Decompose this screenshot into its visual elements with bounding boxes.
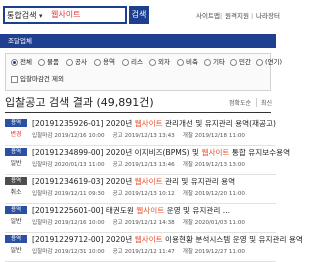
meta-deadline: 입찰마감 2019/12/31 10:00 <box>32 249 105 255</box>
sort-latest[interactable]: 최신 <box>261 100 272 108</box>
top-bar: 통합검색 ▾ 검색 사이트맵 | 원격지원 | 나라장터 <box>0 0 280 34</box>
result-meta: 입찰마감 2019/12/11 09:30 공고 2019/12/13 10:12… <box>32 190 253 198</box>
title-suffix: 통합 유지보수용역 <box>229 148 291 157</box>
radio-icon <box>230 58 237 66</box>
status-label: 변경 <box>10 131 22 138</box>
radio-icon <box>204 58 211 66</box>
status-label: 일반 <box>10 218 22 225</box>
radio-icon <box>11 58 18 66</box>
radio-icon <box>122 58 129 66</box>
category-badge: 용역 <box>5 119 27 127</box>
meta-notice: 공고 2019/12/13 13:43 <box>112 133 175 139</box>
radio-icon <box>177 58 184 66</box>
results-divider <box>5 112 271 113</box>
result-meta: 입찰마감 2020/01/13 11:00 공고 2019/12/13 13:46… <box>32 161 253 169</box>
result-meta: 입찰마감 2019/12/16 10:00 공고 2019/12/12 14:38… <box>32 219 253 227</box>
meta-deadline: 입찰마감 2019/12/16 10:00 <box>32 220 105 226</box>
title-prefix: [20191234619-03] 2020년 <box>32 177 135 186</box>
result-title-link[interactable]: [20191234899-00] 2020년 이지비즈(BPMS) 및 웹사이트… <box>32 148 290 158</box>
meta-opening: 개찰 2019/12/20 11:00 <box>182 191 245 197</box>
result-row[interactable]: 용역변경 [20191235926-01] 2020년 웹사이트 관리개선 및 유… <box>5 116 276 146</box>
result-meta: 입찰마감 2019/12/31 10:00 공고 2019/12/12 11:47… <box>32 248 253 256</box>
title-prefix: [20191235926-01] 2020년 <box>32 119 135 128</box>
title-suffix: 이용현황 분석시스템 운영 및 유지관리 용역 <box>162 235 303 244</box>
filter-option-stockpile[interactable]: 비축 <box>177 58 198 67</box>
util-link-sitemap[interactable]: 사이트맵 <box>196 12 220 21</box>
meta-opening: 개찰 2019/12/18 11:00 <box>182 133 245 139</box>
category-filter: 전체 물품 공사 용역 리스 외자 비축 기타 민간 (연기) 입찰마감건 제외 <box>5 53 282 91</box>
result-title-link[interactable]: [20191229712-00] 2020년 웹사이트 이용현황 분석시스템 운… <box>32 235 303 245</box>
meta-deadline: 입찰마감 2019/12/16 10:00 <box>32 133 105 139</box>
radio-icon <box>38 58 45 66</box>
status-label: 일반 <box>10 160 22 167</box>
title-prefix: [20191234899-00] 2020년 이지비즈(BPMS) 및 <box>32 148 202 157</box>
sort-accuracy[interactable]: 정확도순 <box>229 100 251 108</box>
meta-opening: 개찰 2020/01/03 11:00 <box>182 220 245 226</box>
meta-opening: 개찰 2019/12/13 13:00 <box>182 162 245 168</box>
result-title-link[interactable]: [20191235926-01] 2020년 웹사이트 관리개선 및 유지관리 … <box>32 119 276 129</box>
filter-option-foreign[interactable]: 외자 <box>149 58 170 67</box>
filter-option-lease[interactable]: 리스 <box>122 58 143 67</box>
filter-option-delayed[interactable]: (연기) <box>256 58 282 67</box>
category-badge: 용역 <box>5 148 27 156</box>
status-label: 일반 <box>10 247 22 254</box>
title-highlight: 웹사이트 <box>136 206 165 215</box>
results-title: 입찰공고 검색 결과 (49,891건) <box>5 96 154 109</box>
radio-icon <box>256 58 263 66</box>
search-box: 통합검색 ▾ <box>3 6 127 24</box>
category-badge: 용역 <box>5 177 27 185</box>
radio-icon <box>66 58 73 66</box>
meta-notice: 공고 2019/12/12 14:38 <box>112 220 175 226</box>
title-prefix: [20191229712-00] 2020년 <box>32 235 135 244</box>
search-scope-select[interactable]: 통합검색 <box>7 10 36 22</box>
meta-notice: 공고 2019/12/13 13:46 <box>112 162 175 168</box>
title-suffix: 운영 및 유지관리 ... <box>164 206 231 215</box>
result-row[interactable]: 용역일반 [20191234899-00] 2020년 이지비즈(BPMS) 및 … <box>5 145 290 175</box>
search-button[interactable]: 검색 <box>129 6 149 24</box>
title-suffix: 관리개선 및 유지관리 용역(재공고) <box>162 119 276 128</box>
radio-icon <box>149 58 156 66</box>
category-badge: 용역 <box>5 235 27 243</box>
radio-icon <box>94 58 101 66</box>
meta-opening: 개찰 2019/12/27 11:00 <box>182 249 245 255</box>
sort-separator <box>256 98 257 107</box>
meta-notice: 공고 2019/12/13 10:12 <box>112 191 175 197</box>
title-highlight: 웹사이트 <box>134 177 163 186</box>
title-prefix: [20191225601-00] 태권도원 <box>32 206 137 215</box>
result-title-link[interactable]: [20191225601-00] 태권도원 웹사이트 운영 및 유지관리 ... <box>32 206 230 216</box>
result-row[interactable]: 용역일반 [20191225601-00] 태권도원 웹사이트 운영 및 유지관리… <box>5 203 276 233</box>
util-separator: | <box>220 12 223 20</box>
result-meta: 입찰마감 2019/12/16 10:00 공고 2019/12/13 13:43… <box>32 132 253 140</box>
filter-option-service[interactable]: 용역 <box>94 58 115 67</box>
filter-option-all[interactable]: 전체 <box>11 58 32 67</box>
filter-option-construction[interactable]: 공사 <box>66 58 87 67</box>
status-label: 취소 <box>10 189 22 196</box>
filter-option-goods[interactable]: 물품 <box>38 58 59 67</box>
nav-bar: 조달업체 <box>0 34 276 48</box>
meta-notice: 공고 2019/12/12 11:47 <box>112 249 175 255</box>
meta-deadline: 입찰마감 2020/01/13 11:00 <box>32 162 105 168</box>
exclude-closed-checkbox[interactable]: 입찰마감건 제외 <box>11 75 64 84</box>
util-link-narajangteo[interactable]: 나라장터 <box>256 12 280 21</box>
title-highlight: 웹사이트 <box>134 235 163 244</box>
title-highlight: 웹사이트 <box>134 119 163 128</box>
util-separator: | <box>251 12 254 20</box>
result-row[interactable]: 용역일반 [20191229712-00] 2020년 웹사이트 이용현황 분석시… <box>5 232 303 262</box>
checkbox-icon <box>11 75 18 83</box>
result-row[interactable]: 용역취소 [20191234619-03] 2020년 웹사이트 관리 및 유지관… <box>5 174 276 204</box>
search-input[interactable] <box>51 9 125 21</box>
util-link-remote[interactable]: 원격지원 <box>225 12 249 21</box>
filter-option-private[interactable]: 민간 <box>230 58 251 67</box>
title-suffix: 관리 및 유지관리 용역 <box>162 177 236 186</box>
nav-item-vendor[interactable]: 조달업체 <box>8 36 32 46</box>
meta-deadline: 입찰마감 2019/12/11 09:30 <box>32 191 105 197</box>
chevron-down-icon[interactable]: ▾ <box>39 10 43 22</box>
category-badge: 용역 <box>5 206 27 214</box>
title-highlight: 웹사이트 <box>201 148 230 157</box>
filter-option-etc[interactable]: 기타 <box>204 58 225 67</box>
result-title-link[interactable]: [20191234619-03] 2020년 웹사이트 관리 및 유지관리 용역 <box>32 177 235 187</box>
